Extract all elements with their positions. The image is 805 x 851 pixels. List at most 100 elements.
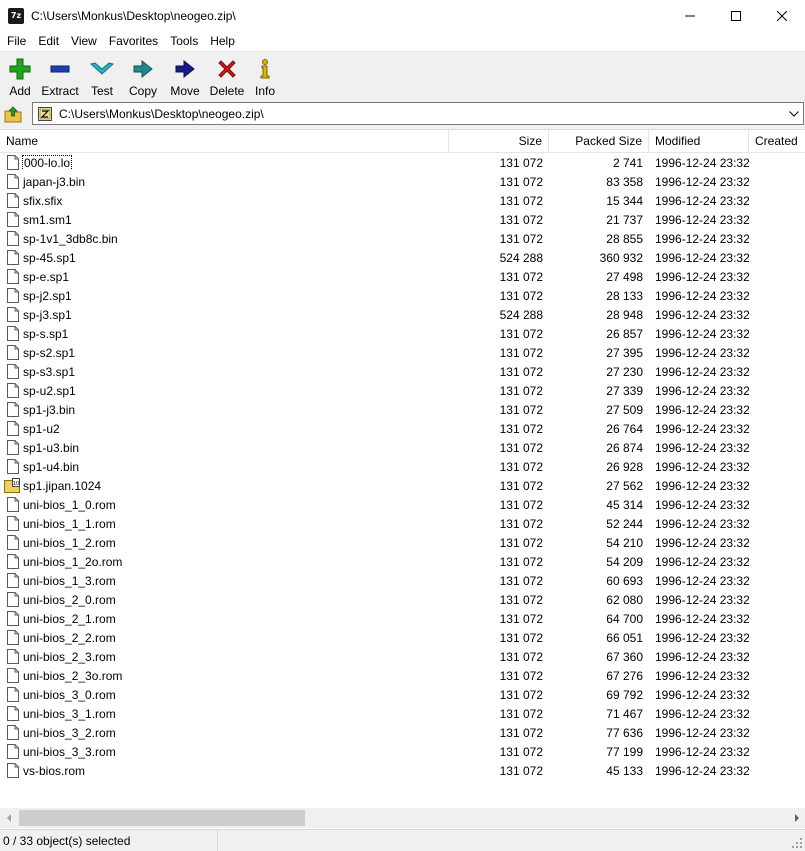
table-row[interactable]: 10 sp1.jipan.1024 131 072 27 562 1996-12-24 … xyxy=(0,476,805,495)
name-cell: vs-bios.rom xyxy=(0,763,449,778)
file-name: sp-e.sp1 xyxy=(23,269,70,284)
table-row[interactable]: sp1-j3.bin 131 072 27 509 1996-12-24 23:32 xyxy=(0,400,805,419)
size-cell: 131 072 xyxy=(499,744,543,759)
menu-edit[interactable]: Edit xyxy=(32,31,65,51)
modified-cell: 1996-12-24 23:32 xyxy=(655,592,749,607)
table-row[interactable]: sp-45.sp1 524 288 360 932 1996-12-24 23:32 xyxy=(0,248,805,267)
close-button[interactable] xyxy=(759,0,805,31)
table-row[interactable]: sp-s2.sp1 131 072 27 395 1996-12-24 23:32 xyxy=(0,343,805,362)
table-row[interactable]: sp-j2.sp1 131 072 28 133 1996-12-24 23:32 xyxy=(0,286,805,305)
table-row[interactable]: uni-bios_1_2o.rom 131 072 54 209 1996-12-24… xyxy=(0,552,805,571)
packed-size-cell: 26 874 xyxy=(606,440,643,455)
table-row[interactable]: uni-bios_1_3.rom 131 072 60 693 1996-12-24 … xyxy=(0,571,805,590)
modified-cell: 1996-12-24 23:32 xyxy=(655,554,749,569)
move-icon xyxy=(173,57,197,81)
delete-button[interactable]: Delete xyxy=(206,52,248,98)
file-icon xyxy=(7,383,19,398)
name-cell: sp-1v1_3db8c.bin xyxy=(0,231,449,246)
table-row[interactable]: uni-bios_2_3o.rom 131 072 67 276 1996-12-24… xyxy=(0,666,805,685)
modified-cell: 1996-12-24 23:32 xyxy=(655,402,749,417)
modified-cell: 1996-12-24 23:32 xyxy=(655,174,749,189)
file-icon xyxy=(7,706,19,721)
column-size-header[interactable]: Size xyxy=(449,130,549,153)
table-row[interactable]: sfix.sfix 131 072 15 344 1996-12-24 23:32 xyxy=(0,191,805,210)
menu-help[interactable]: Help xyxy=(204,31,241,51)
column-name-header[interactable]: Name xyxy=(0,130,449,153)
table-row[interactable]: 000-lo.lo 131 072 2 741 1996-12-24 23:32 xyxy=(0,153,805,172)
address-dropdown-button[interactable] xyxy=(787,106,801,122)
scrollbar-thumb[interactable] xyxy=(19,810,305,826)
copy-button[interactable]: Copy xyxy=(122,52,164,98)
7zip-app-icon[interactable]: 7z xyxy=(8,7,24,24)
table-row[interactable]: uni-bios_3_1.rom 131 072 71 467 1996-12-24 … xyxy=(0,704,805,723)
table-row[interactable]: uni-bios_3_3.rom 131 072 77 199 1996-12-24 … xyxy=(0,742,805,761)
table-row[interactable]: vs-bios.rom 131 072 45 133 1996-12-24 23:32 xyxy=(0,761,805,780)
table-row[interactable]: uni-bios_2_0.rom 131 072 62 080 1996-12-24 … xyxy=(0,590,805,609)
file-icon xyxy=(7,611,19,626)
table-row[interactable]: sp1-u2 131 072 26 764 1996-12-24 23:32 xyxy=(0,419,805,438)
size-cell: 131 072 xyxy=(499,592,543,607)
table-row[interactable]: uni-bios_3_0.rom 131 072 69 792 1996-12-24 … xyxy=(0,685,805,704)
extract-label: Extract xyxy=(41,84,79,98)
table-row[interactable]: uni-bios_3_2.rom 131 072 77 636 1996-12-24 … xyxy=(0,723,805,742)
packed-size-cell: 77 636 xyxy=(606,725,643,740)
file-icon xyxy=(7,269,19,284)
size-cell: 131 072 xyxy=(499,516,543,531)
file-icon xyxy=(7,744,19,759)
maximize-button[interactable] xyxy=(713,0,759,31)
table-row[interactable]: uni-bios_1_0.rom 131 072 45 314 1996-12-24 … xyxy=(0,495,805,514)
up-folder-button[interactable] xyxy=(4,105,22,123)
table-row[interactable]: sp1-u3.bin 131 072 26 874 1996-12-24 23:32 xyxy=(0,438,805,457)
table-row[interactable]: sp-1v1_3db8c.bin 131 072 28 855 1996-12-24 … xyxy=(0,229,805,248)
table-row[interactable]: sp-u2.sp1 131 072 27 339 1996-12-24 23:32 xyxy=(0,381,805,400)
maximize-icon xyxy=(731,10,741,21)
table-row[interactable]: sm1.sm1 131 072 21 737 1996-12-24 23:32 xyxy=(0,210,805,229)
info-button[interactable]: Info xyxy=(248,52,282,98)
file-list[interactable]: Name Size Packed Size Modified Created 0… xyxy=(0,129,805,828)
address-bar[interactable]: C:\Users\Monkus\Desktop\neogeo.zip\ xyxy=(32,102,804,125)
column-packed-size-header[interactable]: Packed Size xyxy=(549,130,649,153)
name-cell: sp-j2.sp1 xyxy=(0,288,449,303)
test-label: Test xyxy=(90,84,113,98)
table-row[interactable]: uni-bios_2_1.rom 131 072 64 700 1996-12-24 … xyxy=(0,609,805,628)
scroll-right-button[interactable] xyxy=(788,808,805,828)
table-row[interactable]: sp-s3.sp1 131 072 27 230 1996-12-24 23:32 xyxy=(0,362,805,381)
name-cell: uni-bios_2_2.rom xyxy=(0,630,449,645)
extract-button[interactable]: Extract xyxy=(38,52,82,98)
menu-favorites[interactable]: Favorites xyxy=(103,31,164,51)
minimize-button[interactable] xyxy=(667,0,713,31)
move-label: Move xyxy=(170,84,200,98)
name-cell: uni-bios_1_0.rom xyxy=(0,497,449,512)
zip-archive-icon xyxy=(38,106,52,121)
table-row[interactable]: sp-e.sp1 131 072 27 498 1996-12-24 23:32 xyxy=(0,267,805,286)
menu-view[interactable]: View xyxy=(65,31,103,51)
table-row[interactable]: uni-bios_1_1.rom 131 072 52 244 1996-12-24 … xyxy=(0,514,805,533)
table-row[interactable]: sp-j3.sp1 524 288 28 948 1996-12-24 23:32 xyxy=(0,305,805,324)
column-modified-header[interactable]: Modified xyxy=(649,130,749,153)
test-button[interactable]: Test xyxy=(82,52,122,98)
folder-up-icon xyxy=(4,106,22,123)
table-row[interactable]: uni-bios_2_3.rom 131 072 67 360 1996-12-24 … xyxy=(0,647,805,666)
add-button[interactable]: Add xyxy=(2,52,38,98)
name-cell: sp1-u2 xyxy=(0,421,449,436)
menu-tools[interactable]: Tools xyxy=(164,31,204,51)
file-icon xyxy=(7,174,19,189)
table-row[interactable]: uni-bios_1_2.rom 131 072 54 210 1996-12-24 … xyxy=(0,533,805,552)
table-row[interactable]: japan-j3.bin 131 072 83 358 1996-12-24 23:3… xyxy=(0,172,805,191)
modified-cell: 1996-12-24 23:32 xyxy=(655,326,749,341)
column-created-header[interactable]: Created xyxy=(749,130,805,153)
test-icon xyxy=(90,57,114,81)
file-icon xyxy=(7,725,19,740)
size-cell: 131 072 xyxy=(499,459,543,474)
table-row[interactable]: uni-bios_2_2.rom 131 072 66 051 1996-12-24 … xyxy=(0,628,805,647)
table-row[interactable]: sp-s.sp1 131 072 26 857 1996-12-24 23:32 xyxy=(0,324,805,343)
packed-size-cell: 27 339 xyxy=(606,383,643,398)
horizontal-scrollbar[interactable] xyxy=(0,808,805,828)
table-row[interactable]: sp1-u4.bin 131 072 26 928 1996-12-24 23:32 xyxy=(0,457,805,476)
scroll-left-button[interactable] xyxy=(0,808,17,828)
title-bar: 7z C:\Users\Monkus\Desktop\neogeo.zip\ xyxy=(0,0,805,31)
menu-file[interactable]: File xyxy=(1,31,32,51)
move-button[interactable]: Move xyxy=(164,52,206,98)
delete-icon xyxy=(215,57,239,81)
resize-grip-icon[interactable] xyxy=(791,837,803,849)
